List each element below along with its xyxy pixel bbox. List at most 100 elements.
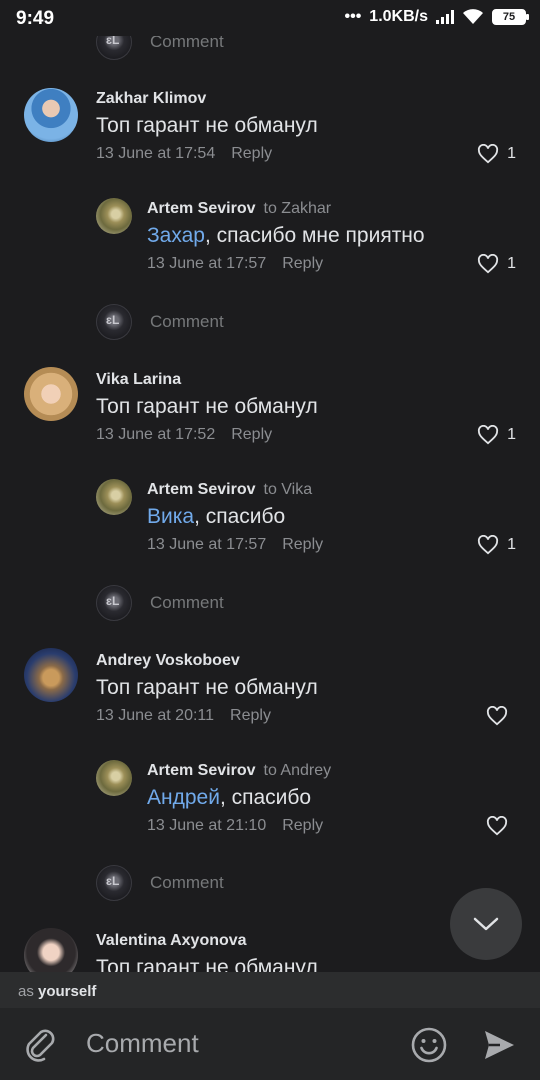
status-time: 9:49 (16, 8, 55, 29)
reply-to: to Andrey (263, 762, 332, 779)
comment-text: Топ гарант не обманул (96, 676, 318, 699)
like-button[interactable]: 1 (477, 535, 516, 555)
comment-author[interactable]: Zakhar Klimov (96, 90, 318, 108)
like-button[interactable]: 1 (477, 254, 516, 274)
comment-date: 13 June at 17:57 (147, 536, 267, 553)
comment-item: Vika Larina Топ гарант не обманул 13 Jun… (0, 367, 540, 447)
heart-icon (478, 144, 499, 164)
comment-meta: 13 June at 20:11 Reply (96, 707, 318, 725)
reply-button[interactable]: Reply (282, 255, 323, 272)
reply-item: Artem Sevirov to Andrey Андрей, спасибо 1… (0, 758, 540, 838)
post-as-prefix: as (18, 983, 34, 1000)
comment-text: Андрей, спасибо (147, 786, 331, 810)
reply-button[interactable]: Reply (230, 707, 271, 724)
paperclip-icon (26, 1029, 55, 1062)
mention-link[interactable]: Андрей (147, 786, 220, 809)
heart-icon (478, 425, 499, 445)
avatar[interactable] (96, 760, 132, 796)
comment-date: 13 June at 20:11 (96, 707, 215, 724)
comment-date: 13 June at 17:52 (96, 426, 216, 443)
comment-meta: 13 June at 17:57 Reply (147, 536, 323, 554)
comment-item: Zakhar Klimov Топ гарант не обманул 13 J… (0, 86, 540, 166)
like-count: 1 (507, 536, 516, 553)
comment-stub-label: Comment (150, 873, 224, 892)
comment-composer (0, 1008, 540, 1080)
author-name[interactable]: Artem Sevirov (147, 762, 256, 779)
avatar[interactable] (24, 88, 78, 142)
comment-author: Artem Sevirov to Zakhar (147, 200, 425, 218)
comment-stub[interactable]: Comment (96, 302, 224, 342)
comment-text: Топ гарант не обманул (96, 114, 318, 137)
comment-date: 13 June at 21:10 (147, 817, 267, 834)
comment-text: Вика, спасибо (147, 505, 323, 529)
reply-button[interactable]: Reply (231, 426, 272, 443)
like-button[interactable] (486, 706, 516, 726)
comment-text-rest: , спасибо (219, 786, 312, 809)
attach-button[interactable] (22, 1026, 60, 1069)
post-as-identity: yourself (38, 983, 97, 1000)
avatar[interactable] (96, 479, 132, 515)
signal-icon (436, 10, 454, 24)
comment-text: Топ гарант не обманул (96, 395, 318, 418)
more-dots-icon: ••• (344, 8, 362, 25)
reply-button[interactable]: Reply (282, 536, 323, 553)
chevron-down-icon (473, 917, 499, 931)
post-as-selector[interactable]: as yourself (0, 972, 540, 1008)
wifi-icon (463, 9, 483, 24)
emoji-button[interactable] (410, 1026, 448, 1069)
reply-button[interactable]: Reply (231, 145, 272, 162)
avatar[interactable] (24, 928, 78, 972)
comment-body: Vika Larina Топ гарант не обманул 13 Jun… (96, 371, 318, 444)
author-name[interactable]: Artem Sevirov (147, 481, 256, 498)
comment-meta: 13 June at 17:57 Reply (147, 255, 425, 273)
reply-item: Artem Sevirov to Vika Вика, спасибо 13 Ju… (0, 477, 540, 557)
author-name[interactable]: Artem Sevirov (147, 200, 256, 217)
network-speed: 1.0KB/s (369, 8, 428, 25)
heart-icon (478, 254, 499, 274)
reply-button[interactable]: Reply (282, 817, 323, 834)
comment-body: Artem Sevirov to Vika Вика, спасибо 13 Ju… (147, 481, 323, 554)
comment-thread[interactable]: Comment Zakhar Klimov Топ гарант не обма… (0, 0, 540, 972)
battery-icon: 75 (492, 9, 529, 25)
like-count: 1 (507, 426, 516, 443)
comment-text-rest: , спасибо мне приятно (205, 224, 425, 247)
heart-icon (478, 535, 499, 555)
comment-body: Artem Sevirov to Andrey Андрей, спасибо 1… (147, 762, 331, 835)
comment-author[interactable]: Andrey Voskoboev (96, 652, 318, 670)
comment-text: Захар, спасибо мне приятно (147, 224, 425, 248)
heart-icon (486, 816, 508, 836)
comment-stub[interactable]: Comment (96, 583, 224, 623)
like-button[interactable]: 1 (477, 144, 516, 164)
comment-stub-label: Comment (150, 312, 224, 331)
comment-stub[interactable]: Comment (96, 863, 224, 903)
comment-date: 13 June at 17:57 (147, 255, 267, 272)
mention-link[interactable]: Захар (147, 224, 205, 247)
reply-to: to Zakhar (263, 200, 332, 217)
status-indicators: ••• 1.0KB/s 75 (344, 8, 529, 26)
like-count: 1 (507, 145, 516, 162)
send-icon (485, 1031, 514, 1059)
avatar[interactable] (24, 648, 78, 702)
own-avatar (96, 585, 132, 621)
avatar[interactable] (24, 367, 78, 421)
comment-date: 13 June at 17:54 (96, 145, 216, 162)
comment-input[interactable] (86, 1028, 386, 1059)
comment-body: Andrey Voskoboev Топ гарант не обманул 1… (96, 652, 318, 725)
avatar[interactable] (96, 198, 132, 234)
comment-body: Zakhar Klimov Топ гарант не обманул 13 J… (96, 90, 318, 163)
heart-icon (486, 706, 508, 726)
status-bar: 9:49 ••• 1.0KB/s 75 (0, 0, 540, 36)
comment-text: Топ гарант не обманул (96, 956, 318, 972)
mention-link[interactable]: Вика (147, 505, 194, 528)
send-button[interactable] (480, 1026, 518, 1069)
scroll-down-button[interactable] (450, 888, 522, 960)
like-button[interactable]: 1 (477, 425, 516, 445)
like-button[interactable] (486, 816, 516, 836)
comment-author[interactable]: Vika Larina (96, 371, 318, 389)
comment-author[interactable]: Valentina Axyonova (96, 932, 318, 950)
own-avatar (96, 304, 132, 340)
comment-body: Artem Sevirov to Zakhar Захар, спасибо мн… (147, 200, 425, 273)
comment-item: Andrey Voskoboev Топ гарант не обманул 1… (0, 648, 540, 728)
comment-meta: 13 June at 17:54 Reply (96, 145, 318, 163)
own-avatar (96, 865, 132, 901)
